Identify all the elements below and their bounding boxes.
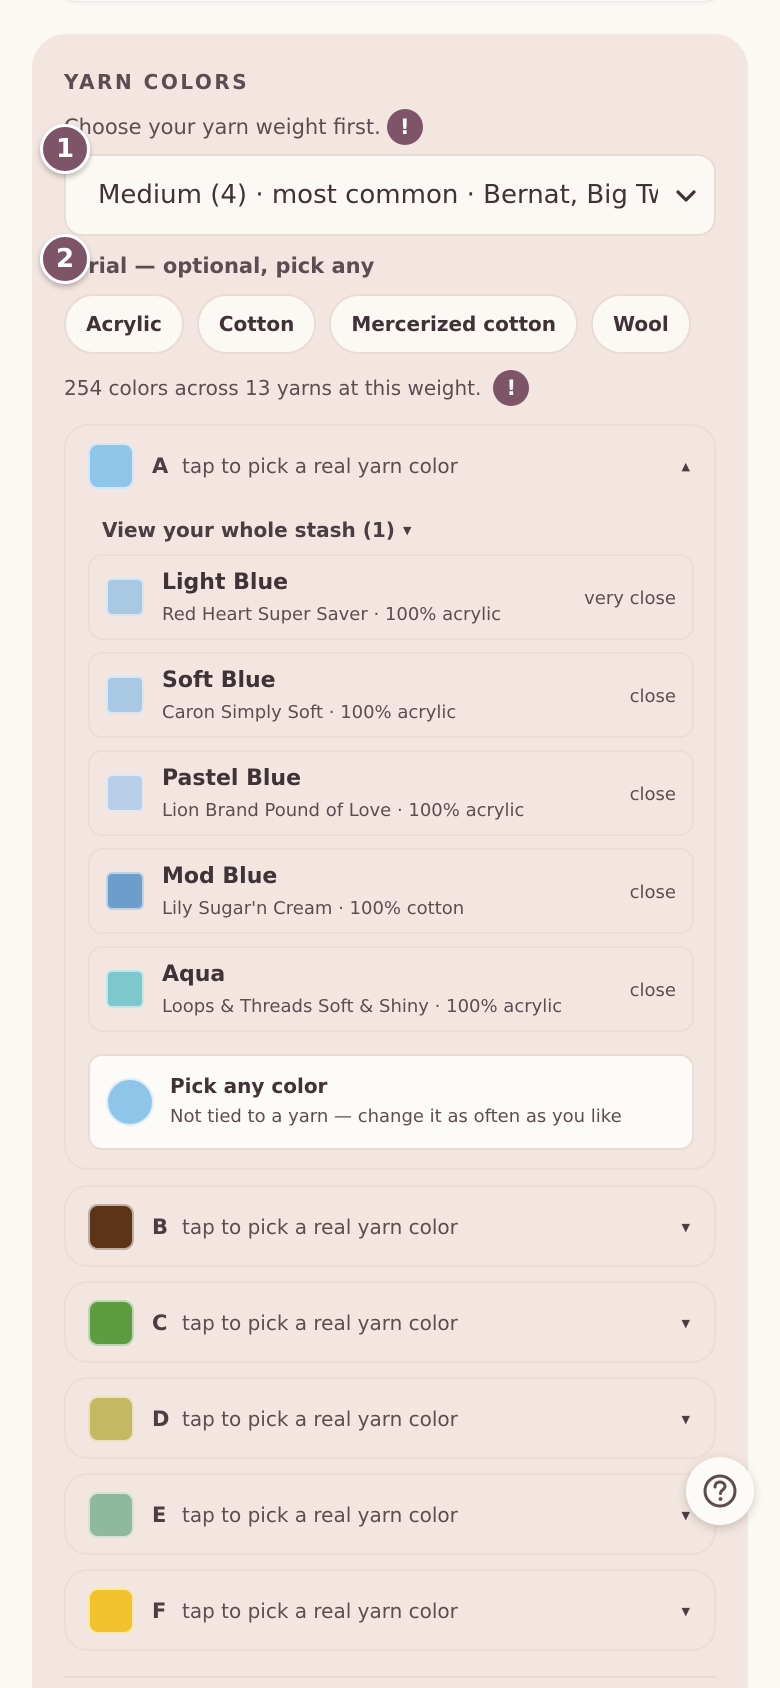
yarn-option[interactable]: Soft Blue Caron Simply Soft · 100% acryl… [88,652,694,738]
yarn-name: Soft Blue [162,668,276,693]
slot-swatch [88,1300,134,1346]
yarn-match: close [629,882,676,903]
color-count: 254 colors across 13 yarns at this weigh… [64,370,530,406]
exclamation-icon[interactable]: ! [386,109,423,145]
slot-letter: B [152,1215,169,1239]
exclamation-icon[interactable]: ! [493,370,530,406]
section-title: YARN COLORS [64,70,250,94]
yarn-weight-select[interactable]: Medium (4) · most common · Bernat, Big T… [64,154,716,236]
slot-swatch [88,1396,134,1442]
step-badge-2: 2 [40,234,90,284]
stash-toggle-label: View your whole stash (1) [102,518,395,542]
chip-acrylic[interactable]: Acrylic [64,294,184,354]
yarn-swatch [106,970,144,1008]
pick-any-title: Pick any color [170,1074,328,1098]
divider [64,1676,716,1678]
slot-letter: F [152,1599,167,1623]
caret-up-icon: ▲ [681,460,690,473]
color-slot-d[interactable]: D tap to pick a real yarn color ▼ [64,1377,716,1459]
yarn-brand: Lion Brand Pound of Love · 100% acrylic [162,800,525,821]
slot-letter: A [152,454,169,478]
chevron-down-icon [676,190,696,202]
caret-down-icon: ▼ [681,1605,690,1618]
yarn-match: very close [584,588,676,609]
chip-mercerized-cotton[interactable]: Mercerized cotton [329,294,578,354]
yarn-match: close [629,784,676,805]
yarn-name: Pastel Blue [162,766,302,791]
question-circle-icon [703,1474,737,1508]
caret-down-icon: ▼ [681,1509,690,1522]
help-button[interactable] [686,1457,754,1525]
yarn-option[interactable]: Mod Blue Lily Sugar'n Cream · 100% cotto… [88,848,694,934]
chip-wool[interactable]: Wool [591,294,691,354]
weight-hint-text: Choose your yarn weight first. [64,115,381,139]
slot-letter: C [152,1311,168,1335]
color-slot-b[interactable]: B tap to pick a real yarn color ▼ [64,1185,716,1267]
slot-prompt: tap to pick a real yarn color [182,1215,458,1239]
yarn-brand: Red Heart Super Saver · 100% acrylic [162,604,502,625]
yarn-name: Mod Blue [162,864,278,889]
slot-prompt: tap to pick a real yarn color [182,1599,458,1623]
material-label: terial — optional, pick any [64,254,375,278]
yarn-swatch [106,676,144,714]
color-wheel-icon [106,1078,154,1126]
yarn-brand: Loops & Threads Soft & Shiny · 100% acry… [162,996,563,1017]
slot-letter: E [152,1503,167,1527]
slot-swatch [88,1588,134,1634]
yarn-swatch [106,872,144,910]
yarn-swatch [106,774,144,812]
slot-prompt: tap to pick a real yarn color [182,454,458,478]
yarn-brand: Caron Simply Soft · 100% acrylic [162,702,457,723]
yarn-option[interactable]: Aqua Loops & Threads Soft & Shiny · 100%… [88,946,694,1032]
color-count-text: 254 colors across 13 yarns at this weigh… [64,376,482,400]
yarn-match: close [629,686,676,707]
color-slot-a: A tap to pick a real yarn color ▲ View y… [64,424,716,1170]
slot-prompt: tap to pick a real yarn color [182,1407,458,1431]
color-slot-e[interactable]: E tap to pick a real yarn color ▼ [64,1473,716,1555]
caret-down-icon: ▼ [402,524,412,537]
yarn-name: Light Blue [162,570,289,595]
color-slot-c[interactable]: C tap to pick a real yarn color ▼ [64,1281,716,1363]
slot-a-header[interactable]: A tap to pick a real yarn color ▲ [66,426,714,508]
slot-letter: D [152,1407,170,1431]
yarn-swatch [106,578,144,616]
caret-down-icon: ▼ [681,1317,690,1330]
yarn-match: close [629,980,676,1001]
yarn-name: Aqua [162,962,226,987]
yarn-option[interactable]: Light Blue Red Heart Super Saver · 100% … [88,554,694,640]
caret-down-icon: ▼ [681,1413,690,1426]
material-chips: Acrylic Cotton Mercerized cotton Wool [64,294,691,354]
pick-any-subtitle: Not tied to a yarn — change it as often … [170,1106,622,1127]
slot-swatch [88,1492,134,1538]
chip-cotton[interactable]: Cotton [196,294,317,354]
slot-swatch [88,443,134,489]
color-slot-f[interactable]: F tap to pick a real yarn color ▼ [64,1569,716,1651]
yarn-option[interactable]: Pastel Blue Lion Brand Pound of Love · 1… [88,750,694,836]
step-badge-1: 1 [40,124,90,174]
yarn-weight-value: Medium (4) · most common · Bernat, Big T… [98,180,658,210]
slot-swatch [88,1204,134,1250]
yarn-brand: Lily Sugar'n Cream · 100% cotton [162,898,465,919]
weight-hint: Choose your yarn weight first. ! [64,109,423,145]
stash-toggle[interactable]: View your whole stash (1) ▼ [102,518,411,542]
slot-prompt: tap to pick a real yarn color [182,1311,458,1335]
slot-prompt: tap to pick a real yarn color [182,1503,458,1527]
previous-card-edge [50,0,730,2]
caret-down-icon: ▼ [681,1221,690,1234]
pick-any-color-button[interactable]: Pick any color Not tied to a yarn — chan… [88,1054,694,1150]
